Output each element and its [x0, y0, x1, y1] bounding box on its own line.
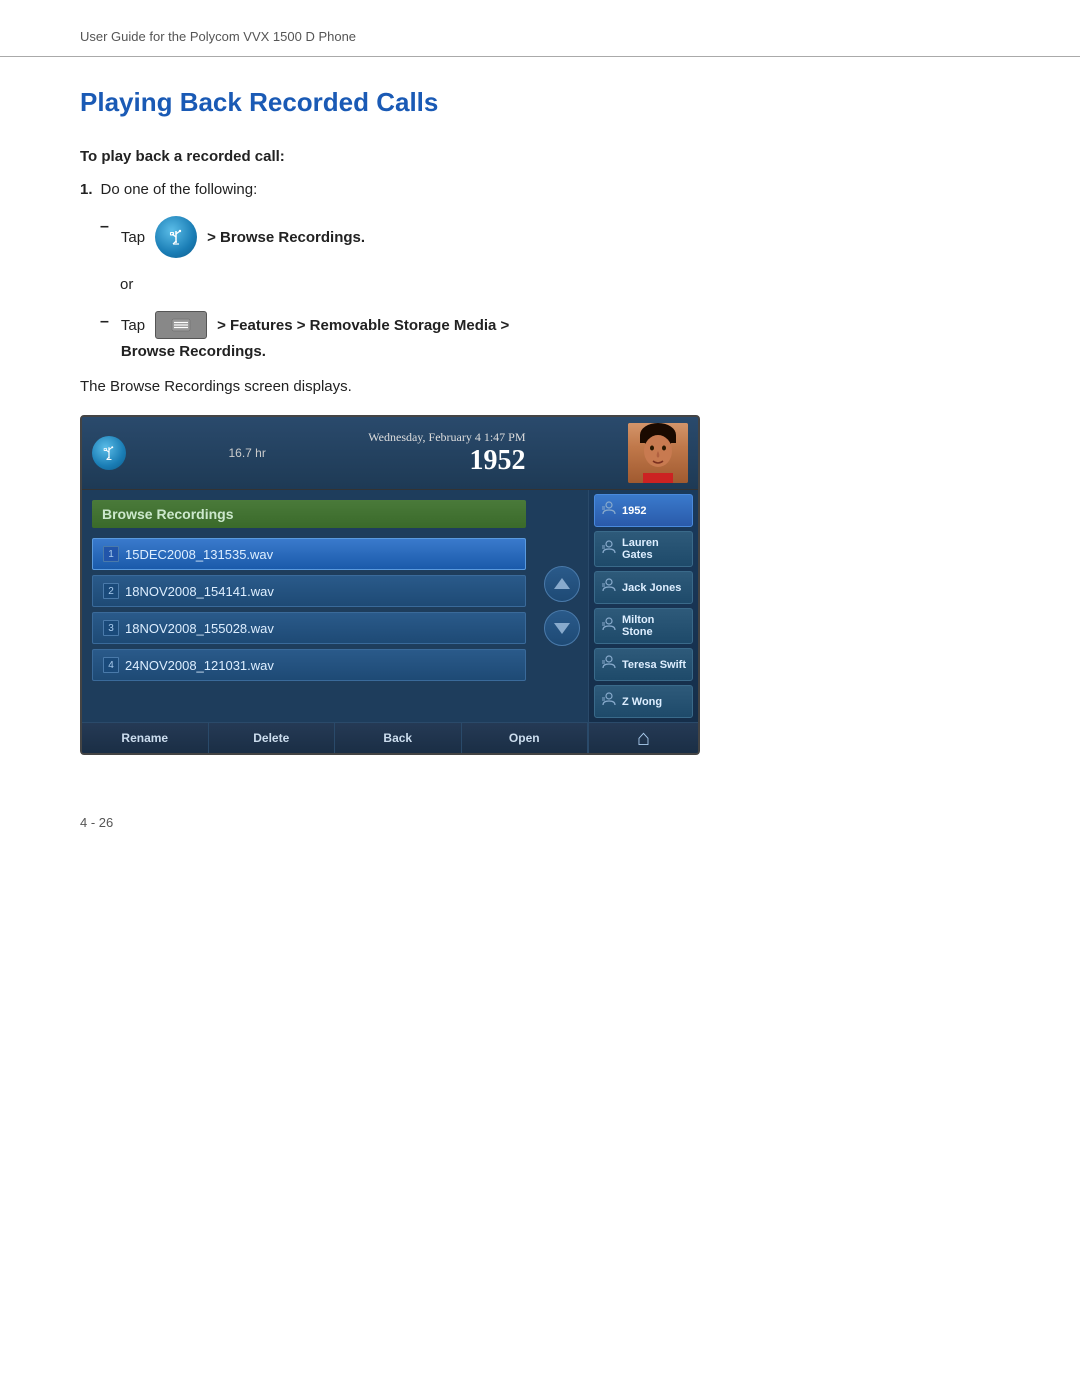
bottom-btn-back[interactable]: Back [335, 723, 462, 753]
option1-tap-label: Tap [121, 229, 145, 246]
contact-name: Milton Stone [622, 614, 686, 638]
contact-name: Z Wong [622, 696, 662, 708]
avatar-face [628, 423, 688, 483]
contact-name: Lauren Gates [622, 537, 686, 561]
option2-item: – Tap > Features > Removable Storage Med… [100, 311, 1000, 360]
doc-header: User Guide for the Polycom VVX 1500 D Ph… [0, 0, 1080, 57]
contact-name: Teresa Swift [622, 659, 686, 671]
header-breadcrumb: User Guide for the Polycom VVX 1500 D Ph… [80, 29, 356, 44]
option2-content: Tap > Features > Removable Storage Media… [121, 311, 509, 360]
avatar [628, 423, 688, 483]
menu-icon-btn [155, 311, 207, 339]
file-name: 18NOV2008_154141.wav [125, 584, 274, 599]
screen-left: Browse Recordings 1 15DEC2008_131535.wav 2… [82, 490, 536, 722]
file-list: 1 15DEC2008_131535.wav 2 18NOV2008_154141.w… [92, 538, 526, 681]
contact-btn[interactable]: Z Wong [594, 685, 693, 718]
option1-content: Tap > Browse [121, 216, 365, 258]
page-number: 4 - 26 [80, 815, 113, 830]
phone-screen: 16.7 hr Wednesday, February 4 1:47 PM 19… [80, 415, 700, 755]
step1-text: Do one of the following: [101, 181, 258, 198]
option1-item: – Tap [100, 216, 1000, 258]
contact-icon [601, 500, 617, 521]
file-item[interactable]: 4 24NOV2008_121031.wav [92, 649, 526, 681]
contact-btn[interactable]: Teresa Swift [594, 648, 693, 681]
bottom-btn-rename[interactable]: Rename [82, 723, 209, 753]
step1-intro: 1. Do one of the following: [80, 181, 1000, 198]
screen-main: Browse Recordings 1 15DEC2008_131535.wav 2… [82, 490, 698, 722]
file-item[interactable]: 1 15DEC2008_131535.wav [92, 538, 526, 570]
section-heading: To play back a recorded call: [80, 148, 1000, 165]
bottom-btn-delete[interactable]: Delete [209, 723, 336, 753]
contact-icon [601, 539, 617, 560]
contact-icon [601, 577, 617, 598]
browse-title-bar: Browse Recordings [92, 500, 526, 528]
screen-usb-icon [92, 436, 126, 470]
option2-action: > Features > Removable Storage Media > [217, 317, 509, 334]
dash1: – [100, 218, 109, 236]
home-button-placeholder[interactable]: ⌂ [588, 723, 698, 753]
option2-tap-label: Tap [121, 317, 145, 334]
option2-action2: Browse Recordings. [121, 343, 266, 360]
contacts-sidebar: 1952 Lauren Gates Jack Jon [588, 490, 698, 722]
step-number: 1. [80, 181, 93, 198]
screen-storage-label: 16.7 hr [228, 446, 265, 460]
or-text: or [120, 276, 1000, 293]
doc-content: Playing Back Recorded Calls To play back… [0, 57, 1080, 795]
file-name: 24NOV2008_121031.wav [125, 658, 274, 673]
file-name: 15DEC2008_131535.wav [125, 547, 273, 562]
bottom-btn-open[interactable]: Open [462, 723, 589, 753]
contact-btn[interactable]: Milton Stone [594, 608, 693, 644]
contact-name: Jack Jones [622, 582, 681, 594]
contact-icon [601, 616, 617, 637]
file-num: 4 [103, 657, 119, 673]
file-num: 2 [103, 583, 119, 599]
step-options-list: – Tap [100, 216, 1000, 360]
file-num: 1 [103, 546, 119, 562]
usb-icon [155, 216, 197, 258]
page-title: Playing Back Recorded Calls [80, 87, 1000, 118]
contact-btn[interactable]: 1952 [594, 494, 693, 527]
screen-call-number: 1952 [470, 445, 526, 477]
file-name: 18NOV2008_155028.wav [125, 621, 274, 636]
screen-top-right: Wednesday, February 4 1:47 PM 1952 [368, 430, 525, 477]
screen-date-time: Wednesday, February 4 1:47 PM [368, 430, 525, 445]
home-icon: ⌂ [637, 725, 650, 751]
file-num: 3 [103, 620, 119, 636]
contact-icon [601, 691, 617, 712]
scroll-up-arrow[interactable] [544, 566, 580, 602]
file-item[interactable]: 3 18NOV2008_155028.wav [92, 612, 526, 644]
file-item[interactable]: 2 18NOV2008_154141.wav [92, 575, 526, 607]
contact-name: 1952 [622, 505, 646, 517]
scroll-down-arrow[interactable] [544, 610, 580, 646]
option1-action: > Browse Recordings. [207, 229, 365, 246]
contact-btn[interactable]: Jack Jones [594, 571, 693, 604]
scroll-arrows [536, 490, 588, 722]
browse-screen-text: The Browse Recordings screen displays. [80, 378, 1000, 395]
screen-topbar: 16.7 hr Wednesday, February 4 1:47 PM 19… [82, 417, 698, 490]
doc-footer: 4 - 26 [0, 795, 1080, 850]
contact-btn[interactable]: Lauren Gates [594, 531, 693, 567]
contact-icon [601, 654, 617, 675]
screen-bottom-buttons: RenameDeleteBackOpen ⌂ [82, 722, 698, 753]
screen-center-info: 16.7 hr [228, 446, 265, 460]
dash2: – [100, 313, 109, 331]
